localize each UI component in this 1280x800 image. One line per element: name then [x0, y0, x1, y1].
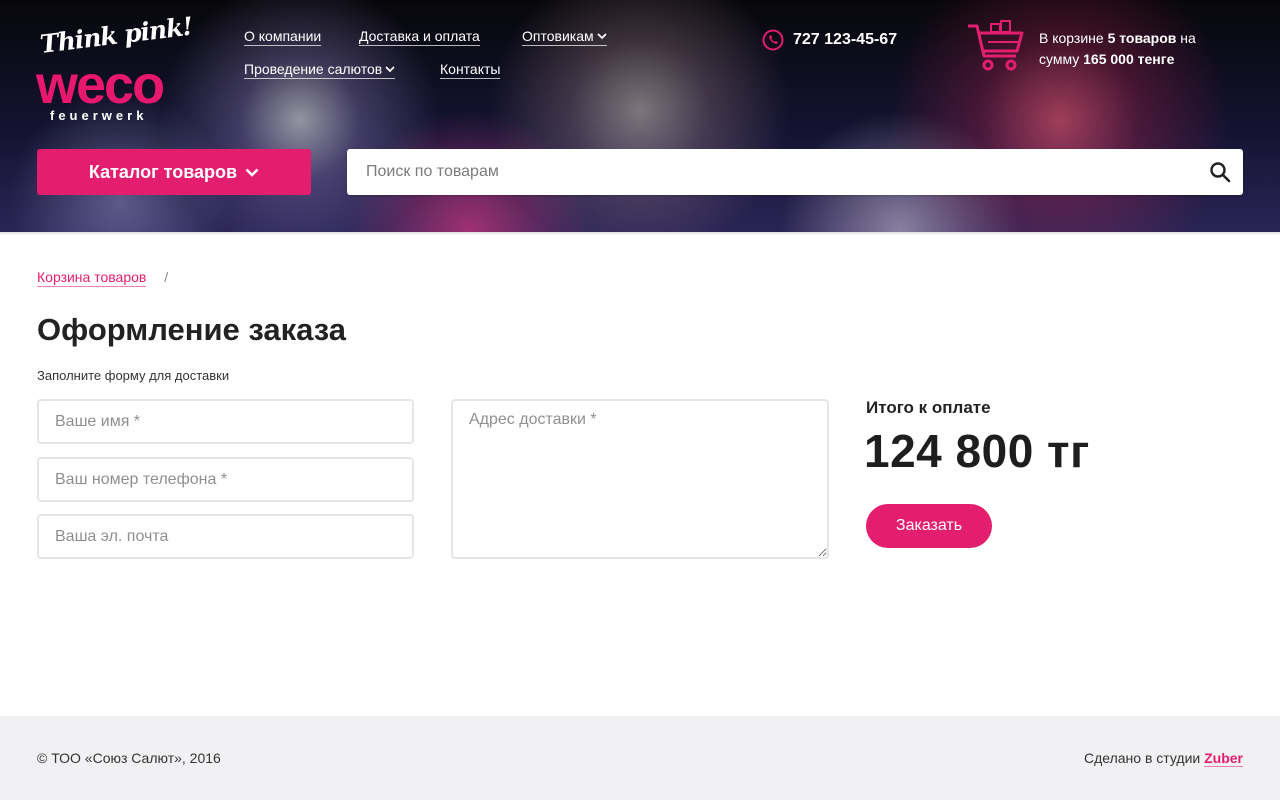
cart-prefix: В корзине	[1039, 30, 1104, 46]
total-amount: 124 800 тг	[864, 425, 1090, 477]
nav-item-label: Доставка и оплата	[359, 28, 480, 44]
logo-brand: weco	[36, 55, 165, 115]
page-title: Оформление заказа	[37, 312, 347, 347]
site-header: Think pink! weco feuerwerk О компании До…	[0, 0, 1280, 235]
cart-summary: В корзине 5 товаров на сумму 165 000 тен…	[1039, 28, 1239, 70]
search-input[interactable]	[347, 149, 1197, 195]
phone-number: 727 123-45-67	[793, 31, 898, 48]
cart-sum: 165 000 тенге	[1083, 51, 1175, 67]
chevron-down-icon	[245, 168, 259, 177]
logo-subtitle: feuerwerk	[50, 108, 148, 123]
nav-item-contacts[interactable]: Контакты	[440, 61, 501, 79]
breadcrumb-separator: /	[164, 269, 169, 285]
studio-link[interactable]: Zuber	[1204, 750, 1243, 767]
nav-item-label: Оптовикам	[522, 28, 594, 44]
email-field[interactable]	[37, 514, 414, 559]
nav-item-label: Проведение салютов	[244, 61, 383, 77]
nav-item-about[interactable]: О компании	[244, 28, 322, 46]
chevron-down-icon	[385, 66, 395, 73]
phone-icon	[762, 29, 784, 51]
total-label: Итого к оплате	[866, 398, 991, 417]
nav-item-fireworks-show[interactable]: Проведение салютов	[244, 61, 396, 79]
site-footer: © ТОО «Союз Салют», 2016 Сделано в студи…	[0, 716, 1280, 800]
nav-item-wholesale[interactable]: Оптовикам	[522, 28, 607, 46]
search-bar	[347, 149, 1243, 195]
search-icon[interactable]	[1209, 161, 1231, 183]
nav-row-2: Проведение салютов Контакты	[244, 61, 664, 94]
order-button[interactable]: Заказать	[866, 504, 992, 548]
catalog-button[interactable]: Каталог товаров	[37, 149, 311, 195]
nav-row-1: О компании Доставка и оплата Оптовикам	[244, 28, 664, 61]
site-logo[interactable]: Think pink! weco feuerwerk	[36, 12, 212, 124]
header-cart[interactable]: В корзине 5 товаров на сумму 165 000 тен…	[966, 20, 1256, 80]
main-nav: О компании Доставка и оплата Оптовикам П…	[244, 28, 664, 94]
breadcrumb: Корзина товаров /	[37, 269, 169, 287]
name-field[interactable]	[37, 399, 414, 444]
breadcrumb-item-cart[interactable]: Корзина товаров	[37, 269, 147, 287]
logo-tagline: Think pink!	[38, 11, 194, 59]
phone-field[interactable]	[37, 457, 414, 502]
chevron-down-icon	[596, 33, 607, 40]
header-phone[interactable]: 727 123-45-67	[762, 28, 897, 52]
form-hint: Заполните форму для доставки	[37, 368, 230, 383]
cart-count: 5 товаров	[1107, 30, 1177, 46]
footer-credit-prefix: Сделано в студии	[1084, 750, 1201, 766]
catalog-button-label: Каталог товаров	[88, 161, 238, 182]
cart-icon	[968, 20, 1024, 71]
nav-item-delivery[interactable]: Доставка и оплата	[359, 28, 480, 46]
nav-item-label: О компании	[244, 28, 322, 44]
footer-copyright: © ТОО «Союз Салют», 2016	[37, 750, 221, 766]
nav-item-label: Контакты	[440, 61, 501, 77]
address-field[interactable]	[451, 399, 829, 559]
footer-credit: Сделано в студии Zuber	[1084, 750, 1243, 767]
